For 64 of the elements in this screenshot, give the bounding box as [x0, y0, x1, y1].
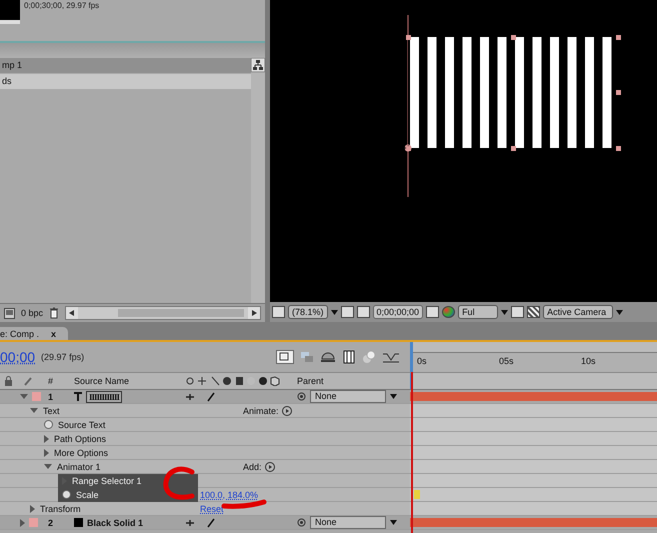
layer-number: 2	[47, 518, 54, 528]
lock-icon	[4, 376, 13, 386]
caret-icon[interactable]	[390, 394, 397, 399]
text-layer-icon	[74, 392, 82, 401]
property-name[interactable]: Animator 1	[57, 462, 101, 472]
property-name[interactable]: Transform	[40, 504, 81, 514]
property-name[interactable]: Path Options	[54, 434, 106, 444]
stopwatch-icon[interactable]	[44, 420, 53, 429]
twirl-arrow-icon[interactable]	[44, 464, 52, 469]
flowchart-icon[interactable]	[251, 58, 265, 72]
label-color-swatch[interactable]	[32, 392, 41, 401]
transparency-grid-icon[interactable]	[527, 306, 540, 318]
composition-tab[interactable]: e: Comp . x	[0, 327, 68, 340]
film-icon[interactable]	[342, 350, 356, 364]
scrollbar[interactable]	[251, 73, 265, 303]
property-value[interactable]: Reset	[200, 504, 224, 514]
caret-icon[interactable]	[330, 310, 338, 314]
trash-icon[interactable]	[49, 307, 60, 319]
caret-icon[interactable]	[616, 310, 624, 314]
stopwatch-icon[interactable]	[62, 490, 71, 499]
menu-label: Add:	[243, 462, 262, 472]
color-channels-icon[interactable]	[442, 306, 456, 318]
resolution-dropdown[interactable]: Ful	[458, 305, 498, 319]
horizontal-scrollbar[interactable]	[65, 306, 261, 320]
menu-label: Animate:	[243, 406, 279, 416]
settings-icon[interactable]	[4, 308, 15, 318]
column-header[interactable]: Source Name	[70, 376, 183, 386]
ruler-label: 10s	[581, 356, 596, 366]
comp-flowchart-icon[interactable]	[276, 350, 294, 364]
project-item[interactable]: ds	[0, 74, 251, 90]
caret-icon[interactable]	[501, 310, 508, 314]
layer-number: 1	[47, 392, 54, 402]
zoom-dropdown[interactable]: (78.1%)	[288, 305, 328, 319]
property-name[interactable]: More Options	[54, 448, 108, 458]
graph-icon[interactable]	[382, 351, 400, 363]
parent-dropdown[interactable]: None	[310, 516, 386, 529]
solid-swatch-icon	[74, 518, 83, 527]
time-ruler[interactable]: 0s 05s 10s	[410, 342, 657, 372]
caret-icon[interactable]	[390, 520, 397, 525]
property-name[interactable]: Source Text	[58, 420, 106, 430]
comp-thumbnail	[0, 0, 20, 24]
parent-dropdown[interactable]: None	[310, 390, 386, 403]
timecode-field[interactable]: 0;00;00;00	[372, 305, 424, 319]
comp-info-text: 0;00;30;00, 29.97 fps	[24, 1, 100, 10]
ruler-label: 05s	[499, 356, 514, 366]
column-header[interactable]: #	[45, 376, 70, 386]
label-color-swatch[interactable]	[29, 518, 38, 527]
layer-name[interactable]: Black Solid 1	[87, 518, 144, 528]
property-value[interactable]: 100.0, 184.0%	[200, 490, 258, 500]
column-header[interactable]: Parent	[293, 376, 410, 386]
layer-name[interactable]: IIIIIIIIIIII	[86, 390, 122, 402]
close-button[interactable]: x	[51, 329, 56, 339]
pick-whip-icon[interactable]	[297, 392, 306, 401]
frame-rate-label: (29.97 fps)	[41, 352, 84, 362]
property-name[interactable]: Text	[43, 406, 60, 416]
label-icon	[23, 376, 33, 386]
property-name[interactable]: Scale	[76, 490, 99, 500]
twirl-arrow-icon[interactable]	[30, 408, 38, 413]
bit-depth-label[interactable]: 0 bpc	[21, 308, 44, 318]
camera-dropdown[interactable]: Active Camera	[543, 305, 614, 319]
ruler-label: 0s	[417, 356, 427, 366]
project-item[interactable]: mp 1	[0, 58, 251, 74]
dome-icon[interactable]	[320, 351, 336, 363]
pick-whip-icon[interactable]	[297, 518, 306, 527]
